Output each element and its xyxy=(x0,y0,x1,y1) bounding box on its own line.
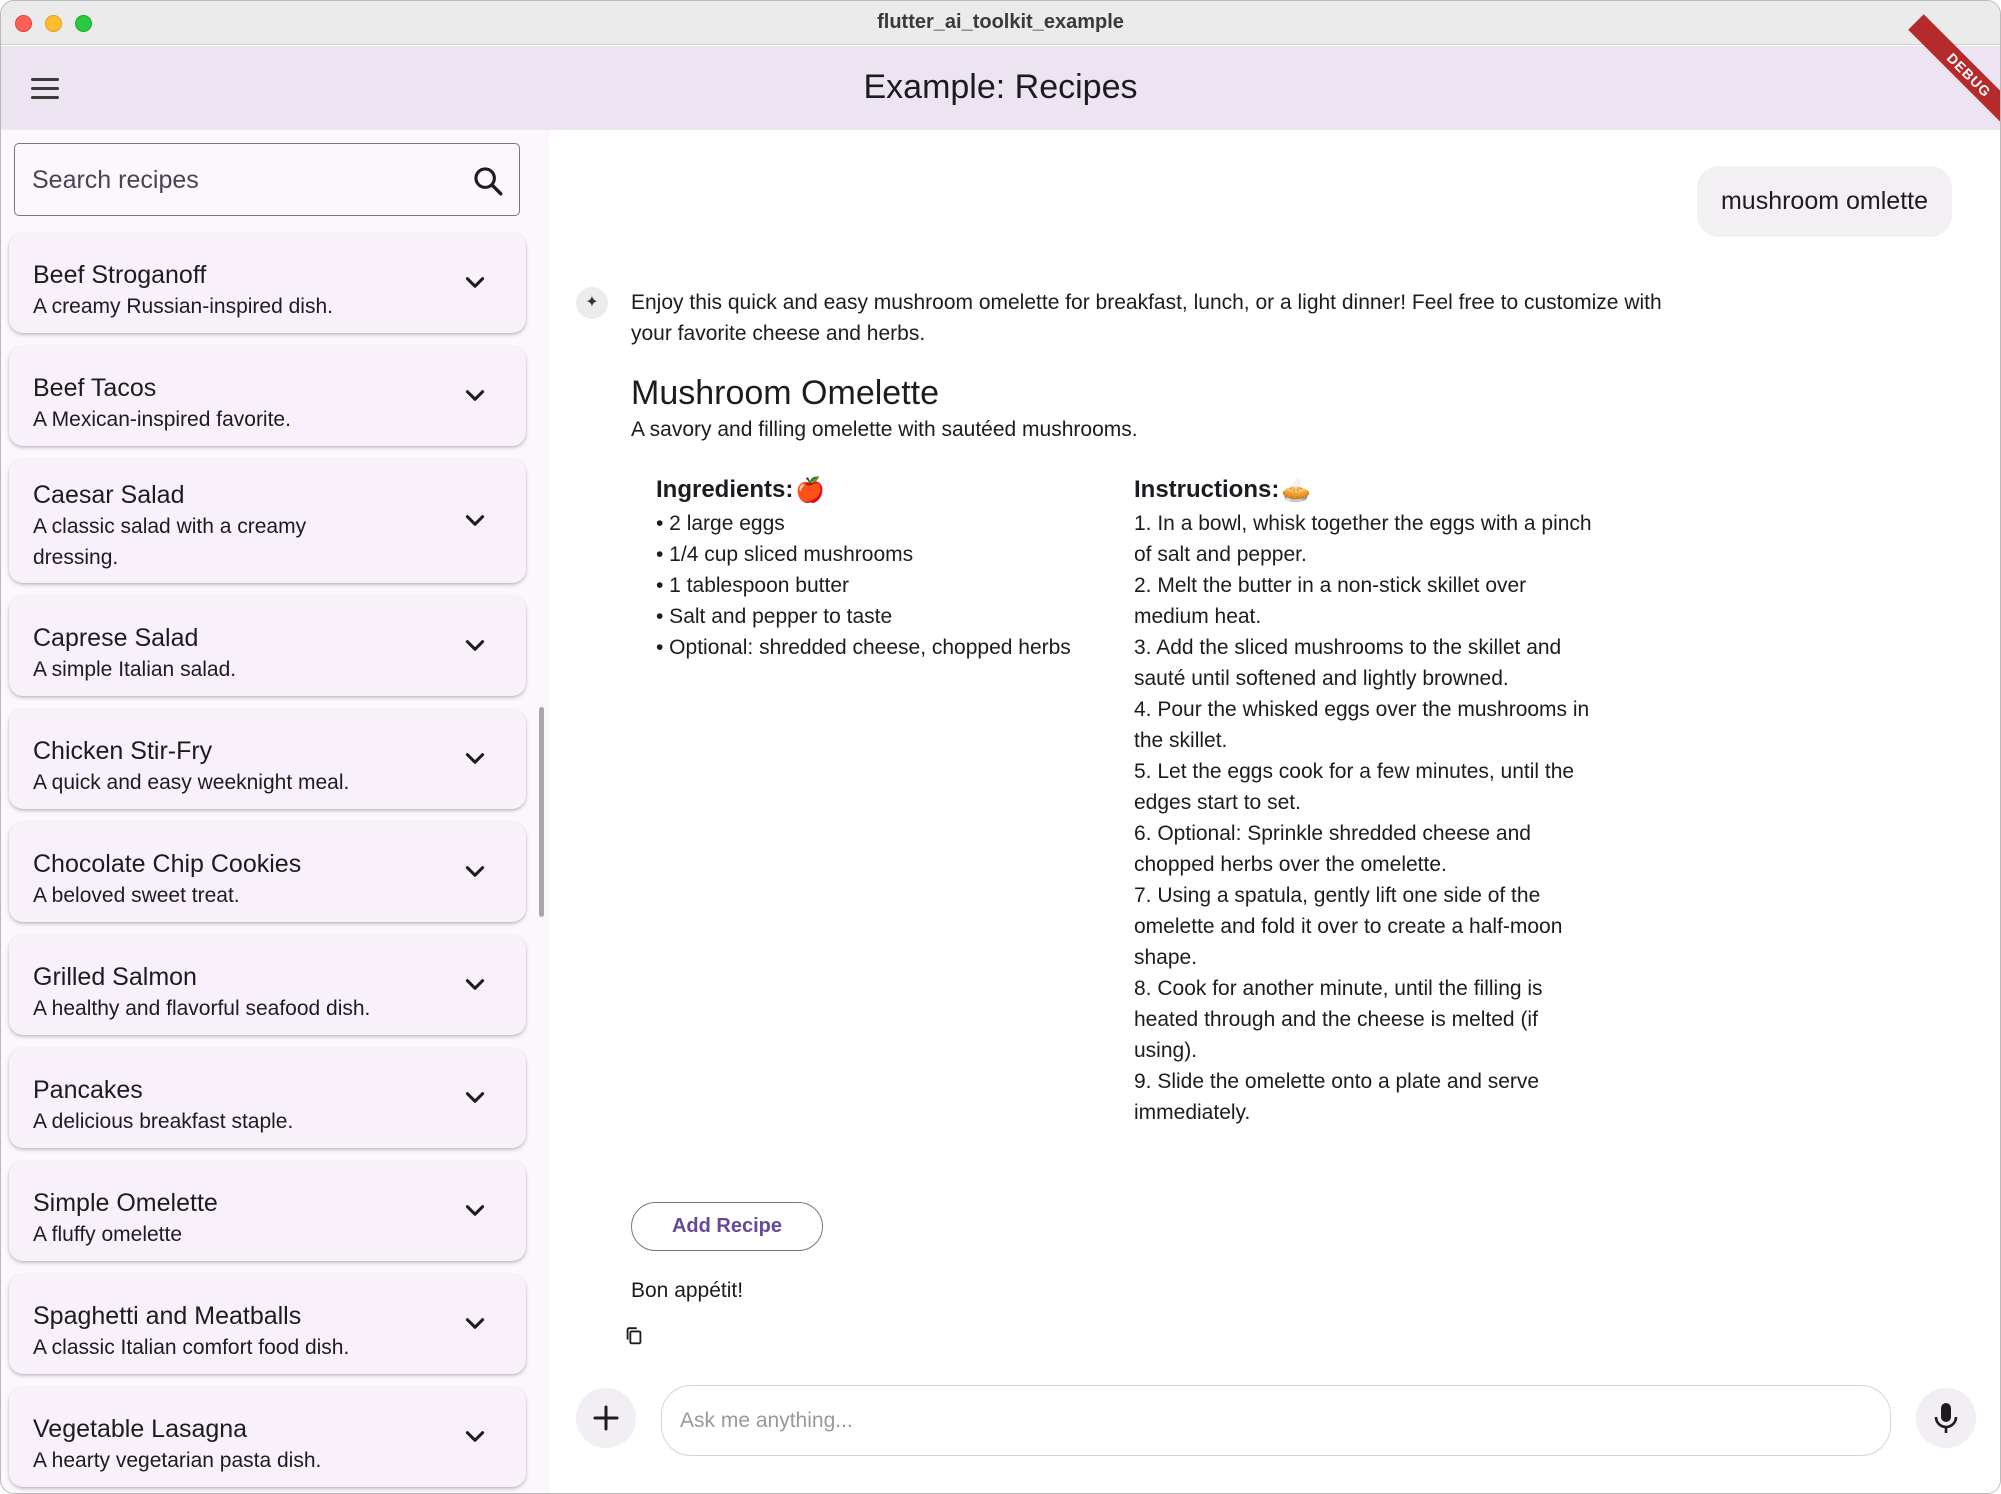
ingredients-heading: Ingredients:🍎 xyxy=(656,476,825,505)
chat-panel: mushroom omlette ✦ Enjoy this quick and … xyxy=(550,130,2000,1493)
recipe-card-pancakes[interactable]: Pancakes A delicious breakfast staple. xyxy=(9,1048,526,1148)
chevron-down-icon[interactable] xyxy=(462,1311,488,1337)
sidebar-scrollbar[interactable] xyxy=(539,707,544,917)
window-title: flutter_ai_toolkit_example xyxy=(877,11,1124,33)
recipe-description: A simple Italian salad. xyxy=(33,658,237,681)
chevron-down-icon[interactable] xyxy=(462,1085,488,1111)
ai-intro-text: Enjoy this quick and easy mushroom omele… xyxy=(631,291,1662,345)
pie-icon: 🥧 xyxy=(1281,477,1312,505)
recipe-sidebar: Beef Stroganoff A creamy Russian-inspire… xyxy=(1,130,550,1493)
ingredient-item: • Salt and pepper to taste xyxy=(656,605,893,628)
search-field[interactable] xyxy=(14,143,520,216)
app-bar: Example: Recipes DEBUG xyxy=(1,14,2000,136)
recipe-name: Simple Omelette xyxy=(33,1189,218,1217)
sparkle-icon: ✦ xyxy=(576,287,608,319)
instruction-step: 1. In a bowl, whisk together the eggs wi… xyxy=(1134,512,1592,566)
chevron-down-icon[interactable] xyxy=(462,270,488,296)
search-icon[interactable] xyxy=(471,164,505,198)
instruction-step: 5. Let the eggs cook for a few minutes, … xyxy=(1134,760,1575,814)
instruction-step: 7. Using a spatula, gently lift one side… xyxy=(1134,884,1563,969)
search-input[interactable] xyxy=(32,162,452,198)
page-title: Example: Recipes xyxy=(863,68,1138,106)
plus-icon xyxy=(593,1405,619,1431)
user-message-bubble: mushroom omlette xyxy=(1696,166,1952,237)
chevron-down-icon[interactable] xyxy=(462,383,488,409)
instruction-step: 4. Pour the whisked eggs over the mushro… xyxy=(1134,698,1590,752)
recipe-name: Spaghetti and Meatballs xyxy=(33,1302,302,1330)
instruction-step: 9. Slide the omelette onto a plate and s… xyxy=(1134,1070,1540,1124)
recipe-card-caesar-salad[interactable]: Caesar Salad A classic salad with a crea… xyxy=(9,459,526,583)
recipe-description: A classic salad with a creamy dressing. xyxy=(33,515,307,569)
recipe-description: A delicious breakfast staple. xyxy=(33,1110,294,1133)
recipe-name: Caprese Salad xyxy=(33,624,199,652)
instruction-step: 3. Add the sliced mushrooms to the skill… xyxy=(1134,636,1562,690)
chevron-down-icon[interactable] xyxy=(462,1198,488,1224)
closing-text: Bon appétit! xyxy=(631,1279,744,1302)
title-bar: flutter_ai_toolkit_example xyxy=(1,1,2000,45)
ingredient-item: • 1/4 cup sliced mushrooms xyxy=(656,543,914,566)
microphone-button[interactable] xyxy=(1916,1388,1976,1448)
add-recipe-button[interactable]: Add Recipe xyxy=(631,1202,823,1251)
recipe-description: A healthy and flavorful seafood dish. xyxy=(33,997,371,1020)
chevron-down-icon[interactable] xyxy=(462,633,488,659)
chevron-down-icon[interactable] xyxy=(462,1424,488,1450)
instruction-step: 8. Cook for another minute, until the fi… xyxy=(1134,977,1543,1062)
ingredients-heading-text: Ingredients: xyxy=(656,476,794,503)
recipe-card-beef-stroganoff[interactable]: Beef Stroganoff A creamy Russian-inspire… xyxy=(9,233,526,333)
recipe-name: Caesar Salad xyxy=(33,481,185,509)
chevron-down-icon[interactable] xyxy=(462,972,488,998)
recipe-card-vegetable-lasagna[interactable]: Vegetable Lasagna A hearty vegetarian pa… xyxy=(9,1387,526,1487)
recipe-description: A fluffy omelette xyxy=(33,1223,183,1246)
recipe-card-beef-tacos[interactable]: Beef Tacos A Mexican-inspired favorite. xyxy=(9,346,526,446)
recipe-name: Pancakes xyxy=(33,1076,143,1104)
recipe-name: Beef Stroganoff xyxy=(33,261,207,289)
ingredients-list: • 2 large eggs • 1/4 cup sliced mushroom… xyxy=(656,508,1076,663)
recipe-card-chicken-stir-fry[interactable]: Chicken Stir-Fry A quick and easy weekni… xyxy=(9,709,526,809)
attach-button[interactable] xyxy=(576,1388,636,1448)
recipe-card-caprese-salad[interactable]: Caprese Salad A simple Italian salad. xyxy=(9,596,526,696)
recipe-title: Mushroom Omelette xyxy=(631,374,939,412)
instructions-heading-text: Instructions: xyxy=(1134,476,1280,503)
recipe-description: A beloved sweet treat. xyxy=(33,884,240,907)
recipe-description: A creamy Russian-inspired dish. xyxy=(33,295,333,318)
instruction-step: 2. Melt the butter in a non-stick skille… xyxy=(1134,574,1527,628)
recipe-description: A Mexican-inspired favorite. xyxy=(33,408,291,431)
recipe-card-grilled-salmon[interactable]: Grilled Salmon A healthy and flavorful s… xyxy=(9,935,526,1035)
recipe-description: A hearty vegetarian pasta dish. xyxy=(33,1449,322,1472)
ingredient-item: • 1 tablespoon butter xyxy=(656,574,849,597)
microphone-icon xyxy=(1934,1403,1958,1433)
recipe-name: Chicken Stir-Fry xyxy=(33,737,213,765)
recipe-name: Grilled Salmon xyxy=(33,963,197,991)
ingredient-item: • Optional: shredded cheese, chopped her… xyxy=(656,636,1071,659)
recipe-description: A quick and easy weeknight meal. xyxy=(33,771,350,794)
chevron-down-icon[interactable] xyxy=(462,746,488,772)
instruction-step: 6. Optional: Sprinkle shredded cheese an… xyxy=(1134,822,1531,876)
recipe-card-spaghetti-and-meatballs[interactable]: Spaghetti and Meatballs A classic Italia… xyxy=(9,1274,526,1374)
app-window: flutter_ai_toolkit_example Example: Reci… xyxy=(0,0,2001,1494)
chat-input[interactable] xyxy=(680,1403,1860,1439)
apple-icon: 🍎 xyxy=(795,477,826,505)
recipe-description: A classic Italian comfort food dish. xyxy=(33,1336,350,1359)
chat-input-field[interactable] xyxy=(661,1385,1891,1456)
recipe-name: Chocolate Chip Cookies xyxy=(33,850,302,878)
copy-icon[interactable] xyxy=(623,1325,645,1347)
recipe-name: Beef Tacos xyxy=(33,374,157,402)
instructions-list: 1. In a bowl, whisk together the eggs wi… xyxy=(1134,508,1594,1128)
recipe-card-simple-omelette[interactable]: Simple Omelette A fluffy omelette xyxy=(9,1161,526,1261)
chevron-down-icon[interactable] xyxy=(462,859,488,885)
recipe-name: Vegetable Lasagna xyxy=(33,1415,248,1443)
recipe-card-chocolate-chip-cookies[interactable]: Chocolate Chip Cookies A beloved sweet t… xyxy=(9,822,526,922)
ingredient-item: • 2 large eggs xyxy=(656,512,785,535)
recipe-description: A savory and filling omelette with sauté… xyxy=(631,418,1138,441)
instructions-heading: Instructions:🥧 xyxy=(1134,476,1311,505)
chevron-down-icon[interactable] xyxy=(462,508,488,534)
